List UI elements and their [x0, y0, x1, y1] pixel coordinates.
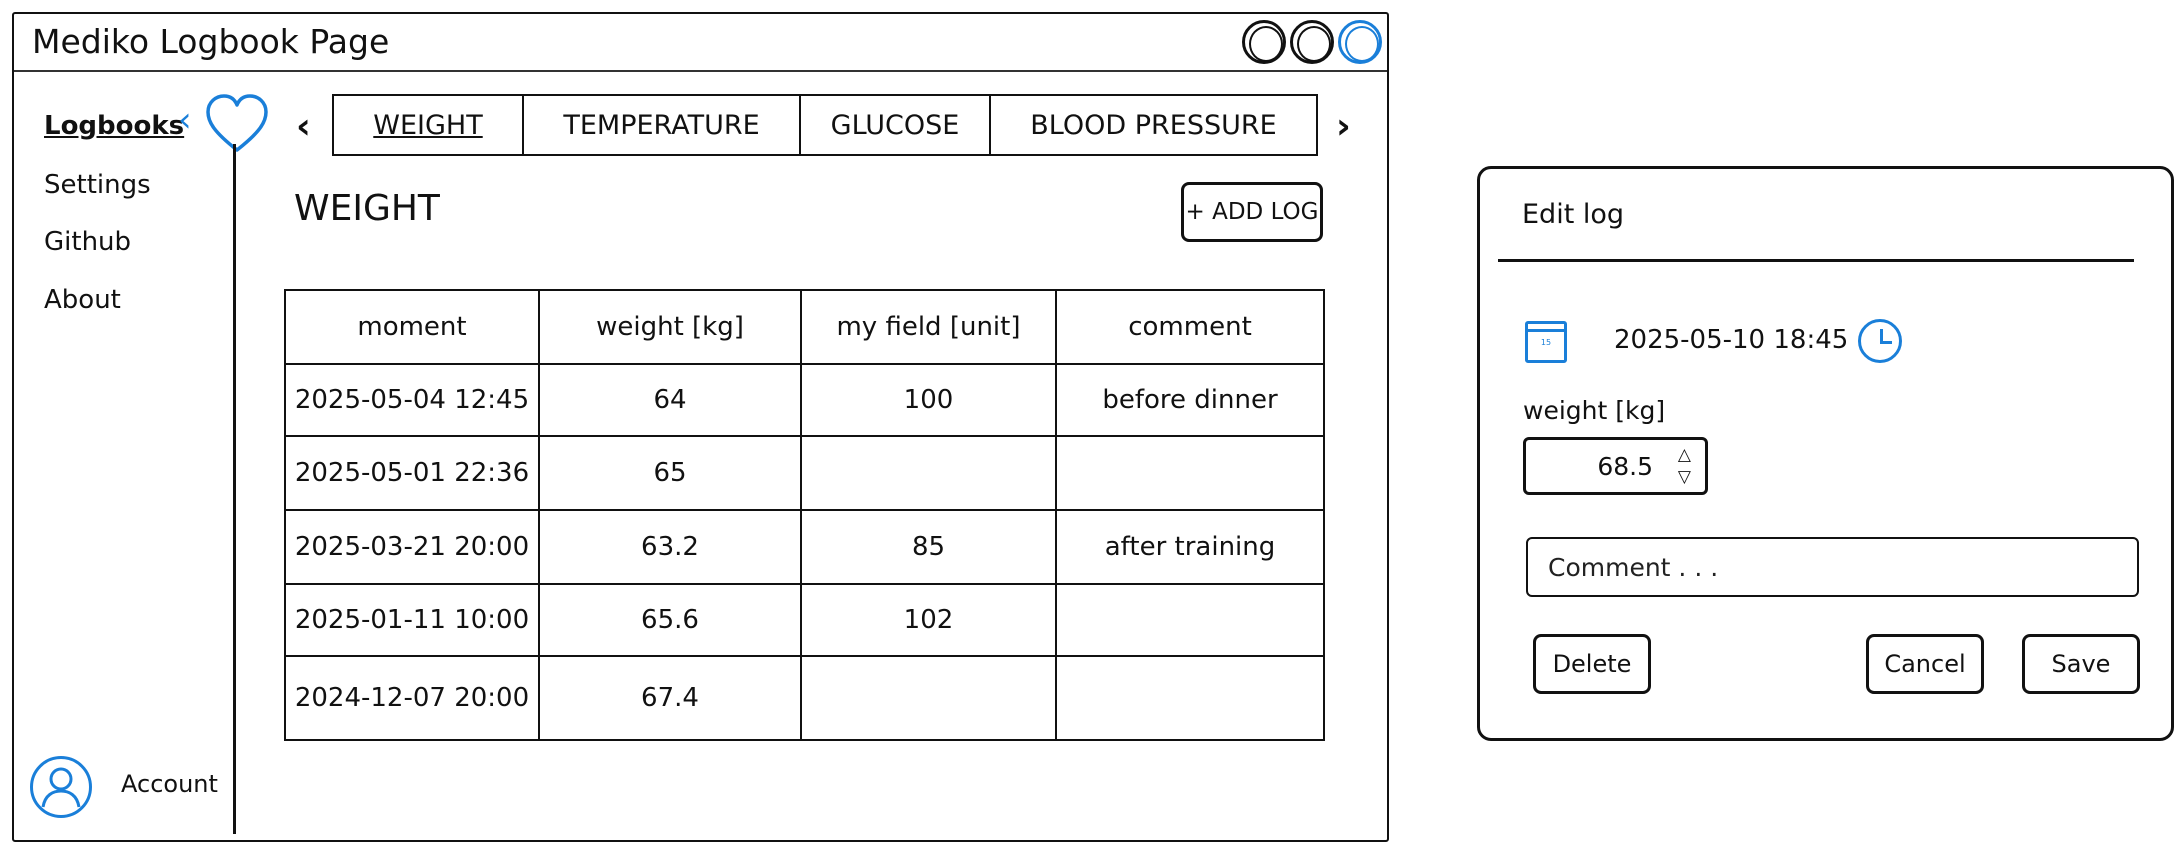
- column-header-my-field[interactable]: my field [unit]: [802, 291, 1057, 363]
- heart-icon: [206, 94, 268, 152]
- cell-comment: [1057, 585, 1323, 655]
- weight-stepper[interactable]: 68.5 △ ▽: [1523, 437, 1708, 495]
- save-button[interactable]: Save: [2022, 634, 2140, 694]
- cell-my-field: 85: [802, 511, 1057, 583]
- comment-input[interactable]: [1526, 537, 2139, 597]
- cell-moment: 2025-01-11 10:00: [286, 585, 540, 655]
- minimize-button[interactable]: [1242, 20, 1286, 64]
- collapse-sidebar-chevron-icon[interactable]: ‹: [178, 100, 192, 140]
- section-title: WEIGHT: [294, 188, 440, 229]
- table-row[interactable]: 2025-01-11 10:00 65.6 102: [286, 585, 1323, 657]
- close-button[interactable]: [1338, 20, 1382, 64]
- cell-weight: 63.2: [540, 511, 802, 583]
- column-header-comment[interactable]: comment: [1057, 291, 1323, 363]
- app-title: Mediko Logbook Page: [32, 22, 390, 61]
- cell-moment: 2024-12-07 20:00: [286, 657, 540, 739]
- sidebar-item-settings[interactable]: Settings: [44, 170, 151, 200]
- cell-comment: before dinner: [1102, 385, 1278, 415]
- calendar-day: 15: [1540, 338, 1552, 347]
- tab-temperature[interactable]: TEMPERATURE: [524, 96, 801, 154]
- cell-comment: [1057, 657, 1323, 739]
- cell-moment: 2025-03-21 20:00: [286, 511, 540, 583]
- cell-weight: 65: [540, 437, 802, 509]
- cell-moment: 2025-05-01 22:36: [286, 437, 540, 509]
- cell-my-field: [802, 657, 1057, 739]
- decrement-triangle-icon[interactable]: ▽: [1678, 467, 1691, 487]
- increment-triangle-icon[interactable]: △: [1678, 445, 1691, 465]
- tab-glucose[interactable]: GLUCOSE: [801, 96, 991, 154]
- calendar-icon[interactable]: 15: [1525, 321, 1567, 363]
- column-header-moment[interactable]: moment: [286, 291, 540, 363]
- sidebar-divider: [233, 144, 236, 834]
- table-row[interactable]: 2024-12-07 20:00 67.4: [286, 657, 1323, 739]
- log-table: moment weight [kg] my field [unit] comme…: [284, 289, 1325, 741]
- main-window: Mediko Logbook Page Logbooks Settings Gi…: [12, 12, 1389, 842]
- sidebar-item-about[interactable]: About: [44, 285, 121, 315]
- cell-comment: after training: [1104, 532, 1276, 562]
- weight-value[interactable]: 68.5: [1597, 452, 1653, 481]
- tab-bar: WEIGHT TEMPERATURE GLUCOSE BLOOD PRESSUR…: [332, 94, 1318, 156]
- cell-moment: 2025-05-04 12:45: [286, 365, 540, 435]
- account-avatar-icon[interactable]: [30, 756, 92, 818]
- cell-my-field: 102: [802, 585, 1057, 655]
- table-row[interactable]: 2025-05-04 12:45 64 100 before dinner: [286, 365, 1323, 437]
- table-row[interactable]: 2025-03-21 20:00 63.2 85 after training: [286, 511, 1323, 585]
- add-log-button[interactable]: + ADD LOG: [1181, 182, 1323, 242]
- title-bar: Mediko Logbook Page: [14, 14, 1387, 72]
- edit-log-dialog: Edit log 15 2025-05-10 18:45 weight [kg]…: [1477, 166, 2174, 741]
- sidebar-item-github[interactable]: Github: [44, 227, 131, 257]
- clock-icon[interactable]: [1858, 319, 1902, 363]
- weight-label: weight [kg]: [1523, 396, 1666, 425]
- cell-weight: 67.4: [540, 657, 802, 739]
- table-row[interactable]: 2025-05-01 22:36 65: [286, 437, 1323, 511]
- cell-weight: 64: [540, 365, 802, 435]
- sidebar-item-logbooks[interactable]: Logbooks: [44, 111, 184, 141]
- table-header-row: moment weight [kg] my field [unit] comme…: [286, 291, 1323, 365]
- tab-weight[interactable]: WEIGHT: [334, 96, 524, 154]
- dialog-title: Edit log: [1522, 199, 1625, 230]
- delete-button[interactable]: Delete: [1533, 634, 1651, 694]
- cell-weight: 65.6: [540, 585, 802, 655]
- dialog-divider: [1498, 259, 2134, 262]
- cell-my-field: 100: [802, 365, 1057, 435]
- column-header-weight[interactable]: weight [kg]: [540, 291, 802, 363]
- cell-my-field: [802, 437, 1057, 509]
- account-label[interactable]: Account: [121, 770, 218, 798]
- datetime-value[interactable]: 2025-05-10 18:45: [1614, 325, 1848, 355]
- maximize-button[interactable]: [1290, 20, 1334, 64]
- tab-blood-pressure[interactable]: BLOOD PRESSURE: [991, 96, 1316, 154]
- tab-next-chevron-icon[interactable]: ›: [1336, 106, 1351, 147]
- tab-prev-chevron-icon[interactable]: ‹: [296, 106, 311, 147]
- cancel-button[interactable]: Cancel: [1866, 634, 1984, 694]
- cell-comment: [1057, 437, 1323, 509]
